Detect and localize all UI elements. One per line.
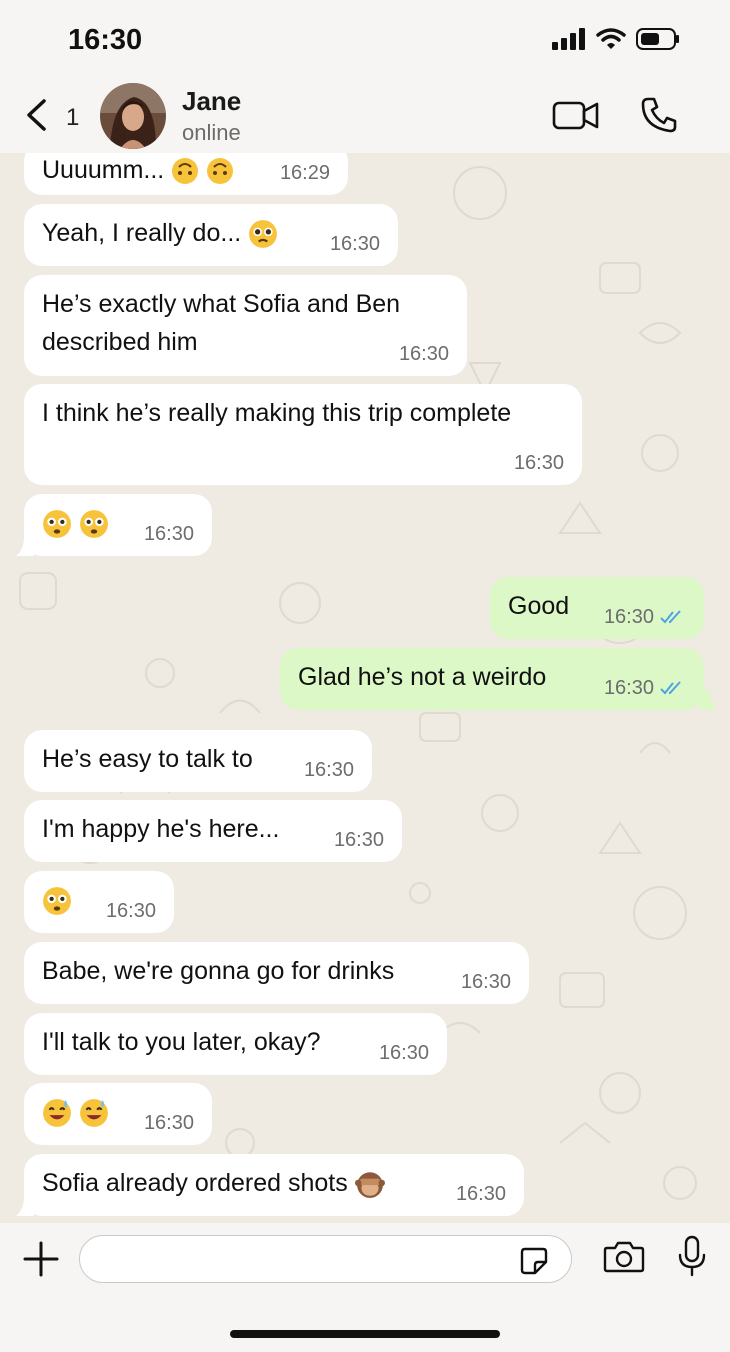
avatar-image bbox=[100, 83, 166, 149]
contact-name[interactable]: Jane bbox=[182, 86, 241, 117]
message-time: 16:30 bbox=[143, 1112, 194, 1134]
message-incoming[interactable]: Babe, we're gonna go for drinks 16:30 bbox=[24, 942, 529, 1004]
back-icon[interactable] bbox=[24, 98, 48, 132]
message-time: 16:29 bbox=[279, 162, 330, 184]
read-receipt-icon bbox=[660, 681, 681, 695]
microphone-icon[interactable] bbox=[676, 1235, 708, 1277]
upside-down-face-icon bbox=[172, 158, 199, 185]
message-incoming[interactable]: I'm happy he's here... 16:30 bbox=[24, 800, 402, 862]
message-text: Glad he’s not a weirdo bbox=[298, 663, 547, 691]
signal-icon bbox=[552, 28, 585, 50]
message-incoming[interactable]: 16:30 bbox=[24, 1083, 212, 1145]
video-call-icon[interactable] bbox=[552, 98, 600, 132]
phone-icon[interactable] bbox=[640, 96, 678, 134]
plus-icon[interactable] bbox=[22, 1240, 60, 1278]
sticker-icon[interactable] bbox=[519, 1246, 549, 1276]
message-outgoing[interactable]: Glad he’s not a weirdo 16:30 bbox=[280, 648, 704, 710]
message-incoming[interactable]: 16:30 bbox=[24, 871, 174, 933]
message-incoming[interactable]: I think he’s really making this trip com… bbox=[24, 384, 582, 485]
message-text: Babe, we're gonna go for drinks bbox=[42, 957, 395, 985]
status-bar: 16:30 bbox=[0, 0, 730, 80]
home-indicator bbox=[230, 1330, 500, 1338]
message-text-line-2: described him bbox=[42, 328, 198, 356]
message-text: Good bbox=[508, 592, 570, 620]
clock: 16:30 bbox=[68, 24, 143, 56]
message-time: 16:30 bbox=[603, 606, 654, 628]
pleading-face-icon bbox=[249, 220, 278, 249]
message-time: 16:30 bbox=[333, 829, 384, 851]
camera-icon[interactable] bbox=[603, 1239, 645, 1273]
message-text: I think he’s really making this trip com… bbox=[42, 399, 512, 427]
message-incoming[interactable]: He’s exactly what Sofia and Ben describe… bbox=[24, 275, 467, 376]
read-receipt-icon bbox=[660, 610, 681, 624]
message-incoming[interactable]: Uuuumm... 16:29 bbox=[24, 153, 348, 195]
message-time: 16:30 bbox=[398, 343, 449, 365]
message-incoming[interactable]: 16:30 bbox=[24, 494, 212, 556]
message-time: 16:30 bbox=[378, 1042, 429, 1064]
message-time: 16:30 bbox=[143, 523, 194, 545]
flushed-face-icon bbox=[43, 887, 71, 916]
battery-icon bbox=[636, 28, 679, 50]
avatar[interactable] bbox=[100, 83, 166, 149]
message-text: Sofia already ordered shots bbox=[42, 1169, 348, 1197]
message-time: 16:30 bbox=[303, 759, 354, 781]
wifi-icon bbox=[596, 28, 626, 49]
message-incoming[interactable]: I'll talk to you later, okay? 16:30 bbox=[24, 1013, 447, 1075]
chat-header: 1 Jane online bbox=[0, 80, 730, 153]
message-list[interactable]: Uuuumm... 16:29 Yeah, I really do... 16:… bbox=[0, 153, 730, 1223]
message-time: 16:30 bbox=[105, 900, 156, 922]
message-text: Uuuumm... bbox=[42, 156, 165, 184]
flushed-face-icon bbox=[80, 510, 108, 539]
message-outgoing[interactable]: Good 16:30 bbox=[490, 577, 704, 639]
message-time: 16:30 bbox=[329, 233, 380, 255]
grinning-sweat-icon bbox=[80, 1099, 108, 1128]
unread-count[interactable]: 1 bbox=[66, 104, 79, 132]
message-incoming[interactable]: Sofia already ordered shots 16:30 bbox=[24, 1154, 524, 1216]
message-text: I'll talk to you later, okay? bbox=[42, 1028, 321, 1056]
see-no-evil-monkey-icon bbox=[354, 1172, 385, 1199]
message-text: Yeah, I really do... bbox=[42, 219, 242, 247]
message-time: 16:30 bbox=[455, 1183, 506, 1205]
flushed-face-icon bbox=[43, 510, 71, 539]
presence-status: online bbox=[182, 120, 241, 145]
message-time: 16:30 bbox=[603, 677, 654, 699]
upside-down-face-icon bbox=[207, 158, 234, 185]
message-incoming[interactable]: Yeah, I really do... 16:30 bbox=[24, 204, 398, 266]
message-incoming[interactable]: He’s easy to talk to 16:30 bbox=[24, 730, 372, 792]
message-input[interactable] bbox=[79, 1235, 572, 1283]
grinning-sweat-icon bbox=[43, 1099, 71, 1128]
message-text-line-1: He’s exactly what Sofia and Ben bbox=[42, 290, 401, 318]
message-text: He’s easy to talk to bbox=[42, 745, 253, 773]
message-text: I'm happy he's here... bbox=[42, 815, 280, 843]
message-time: 16:30 bbox=[513, 452, 564, 474]
composer-bar bbox=[0, 1223, 730, 1352]
message-time: 16:30 bbox=[460, 971, 511, 993]
